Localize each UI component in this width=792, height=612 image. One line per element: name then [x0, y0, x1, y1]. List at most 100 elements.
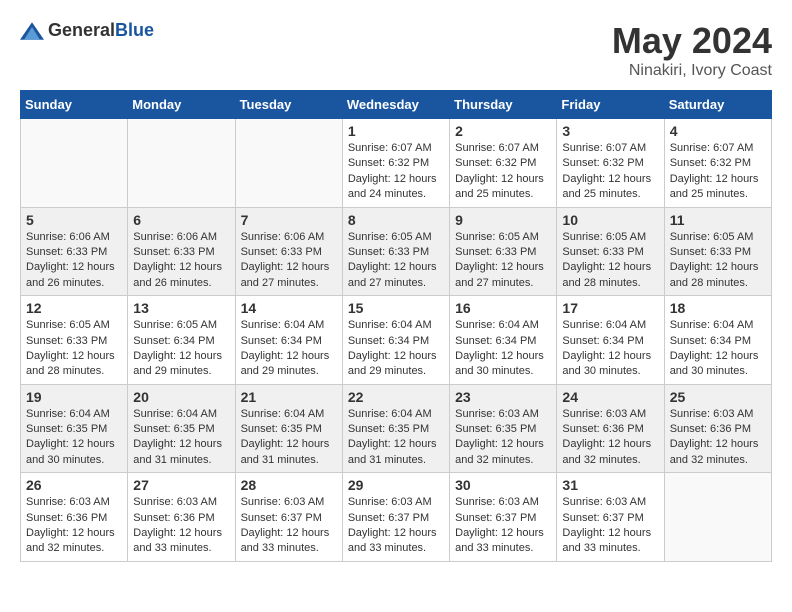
title-area: May 2024 Ninakiri, Ivory Coast: [612, 20, 772, 80]
day-info: Sunrise: 6:05 AM Sunset: 6:33 PM Dayligh…: [670, 230, 766, 292]
day-info: Sunrise: 6:05 AM Sunset: 6:33 PM Dayligh…: [455, 230, 551, 292]
calendar-cell: [21, 119, 128, 208]
location: Ninakiri, Ivory Coast: [612, 62, 772, 80]
day-info: Sunrise: 6:05 AM Sunset: 6:33 PM Dayligh…: [348, 230, 444, 292]
day-info: Sunrise: 6:06 AM Sunset: 6:33 PM Dayligh…: [26, 230, 122, 292]
day-info: Sunrise: 6:04 AM Sunset: 6:35 PM Dayligh…: [133, 407, 229, 469]
day-number: 7: [241, 212, 337, 228]
day-info: Sunrise: 6:03 AM Sunset: 6:36 PM Dayligh…: [562, 407, 658, 469]
day-info: Sunrise: 6:03 AM Sunset: 6:37 PM Dayligh…: [562, 495, 658, 557]
day-info: Sunrise: 6:03 AM Sunset: 6:37 PM Dayligh…: [241, 495, 337, 557]
calendar-cell: 19 Sunrise: 6:04 AM Sunset: 6:35 PM Dayli…: [21, 384, 128, 473]
calendar-cell: [128, 119, 235, 208]
calendar-cell: 23 Sunrise: 6:03 AM Sunset: 6:35 PM Dayli…: [450, 384, 557, 473]
calendar-cell: 11 Sunrise: 6:05 AM Sunset: 6:33 PM Dayli…: [664, 207, 771, 296]
day-number: 14: [241, 300, 337, 316]
day-number: 27: [133, 477, 229, 493]
calendar-cell: 13 Sunrise: 6:05 AM Sunset: 6:34 PM Dayli…: [128, 296, 235, 385]
day-info: Sunrise: 6:07 AM Sunset: 6:32 PM Dayligh…: [562, 141, 658, 203]
calendar-header-monday: Monday: [128, 91, 235, 119]
day-number: 26: [26, 477, 122, 493]
day-info: Sunrise: 6:04 AM Sunset: 6:35 PM Dayligh…: [241, 407, 337, 469]
calendar-cell: 5 Sunrise: 6:06 AM Sunset: 6:33 PM Daylig…: [21, 207, 128, 296]
calendar-week-3: 12 Sunrise: 6:05 AM Sunset: 6:33 PM Dayli…: [21, 296, 772, 385]
day-info: Sunrise: 6:03 AM Sunset: 6:36 PM Dayligh…: [133, 495, 229, 557]
day-number: 30: [455, 477, 551, 493]
day-number: 20: [133, 389, 229, 405]
calendar-header-tuesday: Tuesday: [235, 91, 342, 119]
logo: GeneralBlue: [20, 20, 154, 41]
day-number: 25: [670, 389, 766, 405]
calendar-cell: 14Sunrise: 6:04 AM Sunset: 6:34 PM Dayli…: [235, 296, 342, 385]
day-info: Sunrise: 6:03 AM Sunset: 6:35 PM Dayligh…: [455, 407, 551, 469]
calendar-week-2: 5 Sunrise: 6:06 AM Sunset: 6:33 PM Daylig…: [21, 207, 772, 296]
day-info: Sunrise: 6:04 AM Sunset: 6:35 PM Dayligh…: [26, 407, 122, 469]
day-info: Sunrise: 6:04 AM Sunset: 6:34 PM Dayligh…: [562, 318, 658, 380]
day-info: Sunrise: 6:04 AM Sunset: 6:34 PM Dayligh…: [348, 318, 444, 380]
calendar-cell: 29 Sunrise: 6:03 AM Sunset: 6:37 PM Dayli…: [342, 473, 449, 562]
day-info: Sunrise: 6:03 AM Sunset: 6:37 PM Dayligh…: [455, 495, 551, 557]
calendar-header-thursday: Thursday: [450, 91, 557, 119]
day-number: 1: [348, 123, 444, 139]
day-info: Sunrise: 6:07 AM Sunset: 6:32 PM Dayligh…: [670, 141, 766, 203]
day-number: 13: [133, 300, 229, 316]
calendar-cell: 1Sunrise: 6:07 AM Sunset: 6:32 PM Daylig…: [342, 119, 449, 208]
calendar-cell: 4Sunrise: 6:07 AM Sunset: 6:32 PM Daylig…: [664, 119, 771, 208]
day-number: 12: [26, 300, 122, 316]
logo-blue: Blue: [115, 20, 154, 41]
calendar-cell: 20 Sunrise: 6:04 AM Sunset: 6:35 PM Dayli…: [128, 384, 235, 473]
calendar-week-4: 19 Sunrise: 6:04 AM Sunset: 6:35 PM Dayli…: [21, 384, 772, 473]
calendar-cell: 28 Sunrise: 6:03 AM Sunset: 6:37 PM Dayli…: [235, 473, 342, 562]
calendar-header-wednesday: Wednesday: [342, 91, 449, 119]
calendar-cell: 6Sunrise: 6:06 AM Sunset: 6:33 PM Daylig…: [128, 207, 235, 296]
day-number: 11: [670, 212, 766, 228]
day-number: 9: [455, 212, 551, 228]
day-number: 15: [348, 300, 444, 316]
day-number: 16: [455, 300, 551, 316]
day-number: 5: [26, 212, 122, 228]
day-info: Sunrise: 6:07 AM Sunset: 6:32 PM Dayligh…: [455, 141, 551, 203]
calendar-cell: 10 Sunrise: 6:05 AM Sunset: 6:33 PM Dayli…: [557, 207, 664, 296]
calendar-cell: 15 Sunrise: 6:04 AM Sunset: 6:34 PM Dayli…: [342, 296, 449, 385]
calendar-header-row: SundayMondayTuesdayWednesdayThursdayFrid…: [21, 91, 772, 119]
day-info: Sunrise: 6:03 AM Sunset: 6:36 PM Dayligh…: [26, 495, 122, 557]
calendar-cell: 24Sunrise: 6:03 AM Sunset: 6:36 PM Dayli…: [557, 384, 664, 473]
calendar-cell: 27 Sunrise: 6:03 AM Sunset: 6:36 PM Dayli…: [128, 473, 235, 562]
day-number: 3: [562, 123, 658, 139]
calendar-header-sunday: Sunday: [21, 91, 128, 119]
calendar-cell: 17 Sunrise: 6:04 AM Sunset: 6:34 PM Dayli…: [557, 296, 664, 385]
day-number: 21: [241, 389, 337, 405]
day-info: Sunrise: 6:04 AM Sunset: 6:34 PM Dayligh…: [670, 318, 766, 380]
calendar-cell: 8Sunrise: 6:05 AM Sunset: 6:33 PM Daylig…: [342, 207, 449, 296]
day-info: Sunrise: 6:05 AM Sunset: 6:33 PM Dayligh…: [26, 318, 122, 380]
calendar-header-saturday: Saturday: [664, 91, 771, 119]
day-info: Sunrise: 6:06 AM Sunset: 6:33 PM Dayligh…: [241, 230, 337, 292]
day-number: 17: [562, 300, 658, 316]
day-number: 23: [455, 389, 551, 405]
day-info: Sunrise: 6:03 AM Sunset: 6:37 PM Dayligh…: [348, 495, 444, 557]
day-info: Sunrise: 6:03 AM Sunset: 6:36 PM Dayligh…: [670, 407, 766, 469]
calendar-cell: [235, 119, 342, 208]
day-info: Sunrise: 6:05 AM Sunset: 6:34 PM Dayligh…: [133, 318, 229, 380]
calendar-cell: 18Sunrise: 6:04 AM Sunset: 6:34 PM Dayli…: [664, 296, 771, 385]
day-number: 2: [455, 123, 551, 139]
logo-general: General: [48, 20, 115, 41]
day-info: Sunrise: 6:06 AM Sunset: 6:33 PM Dayligh…: [133, 230, 229, 292]
calendar-cell: 22Sunrise: 6:04 AM Sunset: 6:35 PM Dayli…: [342, 384, 449, 473]
calendar-cell: 26 Sunrise: 6:03 AM Sunset: 6:36 PM Dayli…: [21, 473, 128, 562]
day-info: Sunrise: 6:04 AM Sunset: 6:35 PM Dayligh…: [348, 407, 444, 469]
logo-icon: [20, 22, 44, 40]
calendar-table: SundayMondayTuesdayWednesdayThursdayFrid…: [20, 90, 772, 562]
month-year: May 2024: [612, 20, 772, 62]
day-number: 10: [562, 212, 658, 228]
calendar-cell: 2 Sunrise: 6:07 AM Sunset: 6:32 PM Daylig…: [450, 119, 557, 208]
day-number: 19: [26, 389, 122, 405]
calendar-cell: 3 Sunrise: 6:07 AM Sunset: 6:32 PM Daylig…: [557, 119, 664, 208]
day-info: Sunrise: 6:04 AM Sunset: 6:34 PM Dayligh…: [455, 318, 551, 380]
calendar-cell: 7 Sunrise: 6:06 AM Sunset: 6:33 PM Daylig…: [235, 207, 342, 296]
day-info: Sunrise: 6:05 AM Sunset: 6:33 PM Dayligh…: [562, 230, 658, 292]
calendar-cell: 31Sunrise: 6:03 AM Sunset: 6:37 PM Dayli…: [557, 473, 664, 562]
day-number: 28: [241, 477, 337, 493]
calendar-cell: 21 Sunrise: 6:04 AM Sunset: 6:35 PM Dayli…: [235, 384, 342, 473]
day-number: 29: [348, 477, 444, 493]
